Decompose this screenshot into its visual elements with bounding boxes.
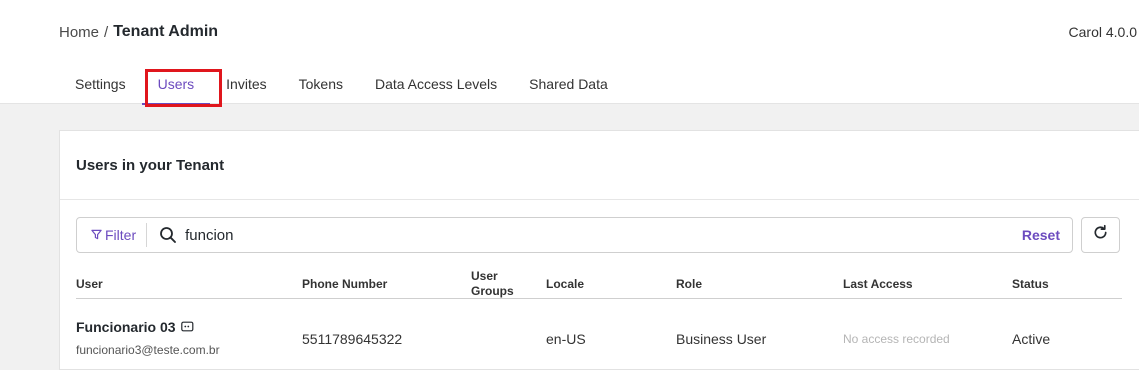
app-version: Carol 4.0.0 [1068,24,1137,40]
search-icon [159,226,177,244]
user-email: funcionario3@teste.com.br [76,343,220,357]
status-cell: Active [1012,331,1051,347]
tab-settings[interactable]: Settings [59,66,142,104]
card-title: Users in your Tenant [60,131,1139,200]
filter-label: Filter [105,227,137,243]
tab-invites[interactable]: Invites [210,66,282,104]
reset-button[interactable]: Reset [1022,227,1060,243]
tab-bar: Settings Users Invites Tokens Data Acces… [59,66,624,105]
last-access-cell: No access recorded [843,332,950,346]
column-header-phone: Phone Number [302,277,388,291]
search-bar: Filter Reset [76,217,1073,253]
search-input[interactable] [185,226,1022,244]
refresh-button[interactable] [1081,217,1120,253]
filter-button[interactable]: Filter [77,223,148,247]
column-header-last-access: Last Access [843,277,913,291]
column-header-groups-line1: User [471,269,498,283]
breadcrumb-home-link[interactable]: Home [59,24,99,41]
tab-tokens[interactable]: Tokens [283,66,359,104]
table-header-divider [76,298,1122,299]
column-header-groups: User Groups [471,269,514,299]
user-cell: Funcionario 03 funcionario3@teste.com.br [76,319,220,357]
filter-icon [91,227,102,243]
column-header-role: Role [676,277,703,291]
column-header-locale: Locale [546,277,585,291]
column-header-status: Status [1012,277,1049,291]
column-header-groups-line2: Groups [471,284,514,298]
user-tag-icon[interactable] [180,319,195,335]
tab-users[interactable]: Users [141,66,211,105]
top-header: Home / Tenant Admin Carol 4.0.0 Settings… [0,0,1139,105]
refresh-icon [1092,224,1109,246]
role-cell: Business User [676,331,767,347]
user-name: Funcionario 03 [76,319,220,335]
page-title: Tenant Admin [113,23,219,40]
locale-cell: en-US [546,331,586,347]
tab-shared-data[interactable]: Shared Data [513,66,624,104]
breadcrumb: Home / Tenant Admin [59,23,218,41]
tab-data-access-levels[interactable]: Data Access Levels [359,66,513,104]
user-name-text: Funcionario 03 [76,319,176,335]
users-card: Users in your Tenant Filter Reset User P… [59,130,1139,370]
phone-cell: 5511789645322 [302,331,403,347]
column-header-user: User [76,277,103,291]
breadcrumb-separator: / [104,23,109,41]
